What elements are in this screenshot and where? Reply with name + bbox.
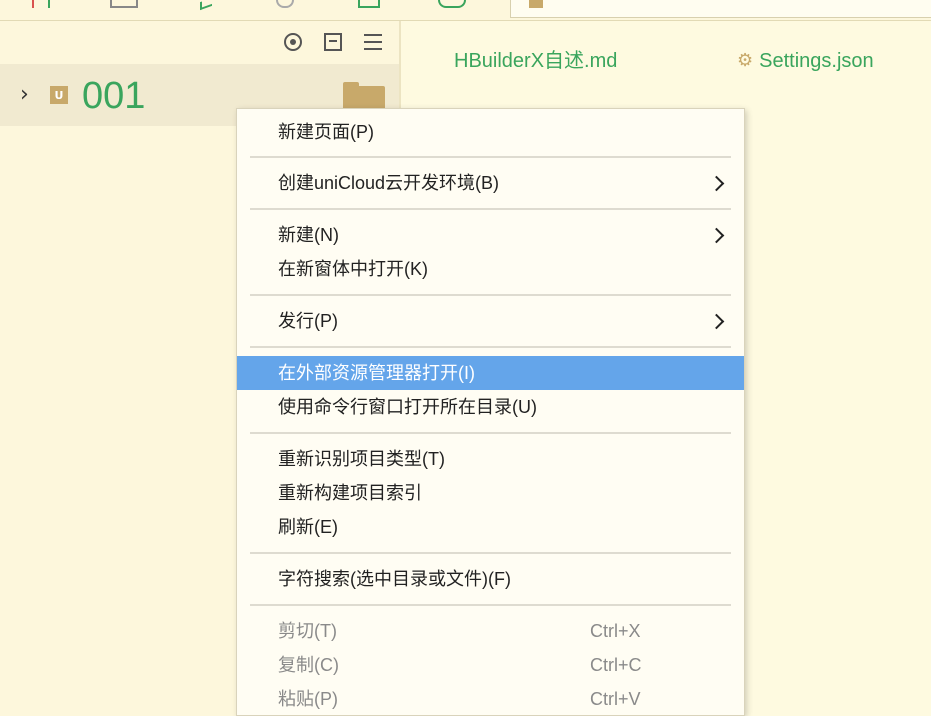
- menu-item-label: 使用命令行窗口打开所在目录(U): [278, 397, 537, 417]
- chevron-right-icon[interactable]: ›: [20, 84, 29, 106]
- menu-separator: [250, 552, 731, 554]
- menu-separator: [250, 432, 731, 434]
- gear-icon: ⚙: [737, 50, 754, 71]
- bookmark-icon[interactable]: [358, 0, 380, 8]
- menu-item-label: 新建(N): [278, 225, 339, 245]
- menu-item-shortcut: Ctrl+X: [590, 621, 641, 641]
- menu-item-label: 创建uniCloud云开发环境(B): [278, 173, 500, 193]
- folder-icon: [529, 0, 543, 8]
- run-icon[interactable]: [276, 0, 294, 8]
- menu-item-label: 粘贴(P): [278, 689, 338, 709]
- toolbar-icon-green[interactable]: [48, 0, 50, 8]
- menu-item-shortcut: Ctrl+C: [590, 655, 642, 675]
- menu-item-label: 复制(C): [278, 655, 339, 675]
- tab-settings-label: Settings.json: [759, 50, 874, 72]
- menu-item-label: 发行(P): [278, 311, 338, 331]
- menu-item-open-new-window[interactable]: 在新窗体中打开(K): [237, 252, 744, 286]
- back-icon[interactable]: [200, 0, 212, 11]
- tab-settings[interactable]: ⚙ Settings.json: [737, 49, 874, 73]
- menu-icon[interactable]: [361, 30, 385, 54]
- menu-item-open-in-explorer[interactable]: 在外部资源管理器打开(I): [237, 356, 744, 390]
- menu-item-label: 剪切(T): [278, 621, 337, 641]
- menu-item-rebuild-index[interactable]: 重新构建项目索引: [237, 476, 744, 510]
- menu-item-new[interactable]: 新建(N): [237, 218, 744, 252]
- menu-separator: [250, 346, 731, 348]
- menu-separator: [250, 208, 731, 210]
- toolbar-icon-red[interactable]: [32, 0, 34, 8]
- menu-separator: [250, 294, 731, 296]
- top-toolbar: [0, 0, 931, 21]
- menu-item-reidentify-type[interactable]: 重新识别项目类型(T): [237, 442, 744, 476]
- menu-item-label: 新建页面(P): [278, 122, 374, 142]
- chevron-right-icon: [708, 225, 728, 245]
- menu-item-label: 重新构建项目索引: [278, 483, 422, 503]
- chevron-right-icon: [708, 173, 728, 193]
- collapse-all-icon[interactable]: [321, 30, 345, 54]
- menu-item-copy[interactable]: 复制(C) Ctrl+C: [237, 648, 744, 682]
- save-icon[interactable]: [110, 0, 138, 8]
- project-name: 001: [82, 75, 146, 117]
- address-bar[interactable]: [510, 0, 931, 18]
- locate-icon[interactable]: [281, 30, 305, 54]
- menu-separator: [250, 156, 731, 158]
- menu-item-refresh[interactable]: 刷新(E): [237, 510, 744, 544]
- menu-item-cut[interactable]: 剪切(T) Ctrl+X: [237, 614, 744, 648]
- menu-item-publish[interactable]: 发行(P): [237, 304, 744, 338]
- menu-item-paste[interactable]: 粘贴(P) Ctrl+V: [237, 682, 744, 716]
- menu-item-open-terminal[interactable]: 使用命令行窗口打开所在目录(U): [237, 390, 744, 424]
- menu-separator: [250, 604, 731, 606]
- menu-item-shortcut: Ctrl+V: [590, 689, 641, 709]
- menu-item-create-unicloud[interactable]: 创建uniCloud云开发环境(B): [237, 166, 744, 200]
- project-icon-letter: U: [54, 88, 64, 102]
- preview-icon[interactable]: [438, 0, 466, 8]
- chevron-right-icon: [708, 311, 728, 331]
- menu-item-label: 字符搜索(选中目录或文件)(F): [278, 569, 511, 589]
- uni-app-project-icon: U: [50, 86, 68, 104]
- context-menu: 新建页面(P) 创建uniCloud云开发环境(B) 新建(N) 在新窗体中打开…: [236, 108, 745, 716]
- menu-item-label: 在外部资源管理器打开(I): [278, 363, 475, 383]
- menu-item-label: 在新窗体中打开(K): [278, 259, 428, 279]
- menu-item-new-page[interactable]: 新建页面(P): [237, 115, 744, 149]
- menu-item-label: 重新识别项目类型(T): [278, 449, 445, 469]
- tab-readme[interactable]: HBuilderX自述.md: [454, 49, 617, 73]
- menu-item-label: 刷新(E): [278, 517, 338, 537]
- menu-item-character-search[interactable]: 字符搜索(选中目录或文件)(F): [237, 562, 744, 596]
